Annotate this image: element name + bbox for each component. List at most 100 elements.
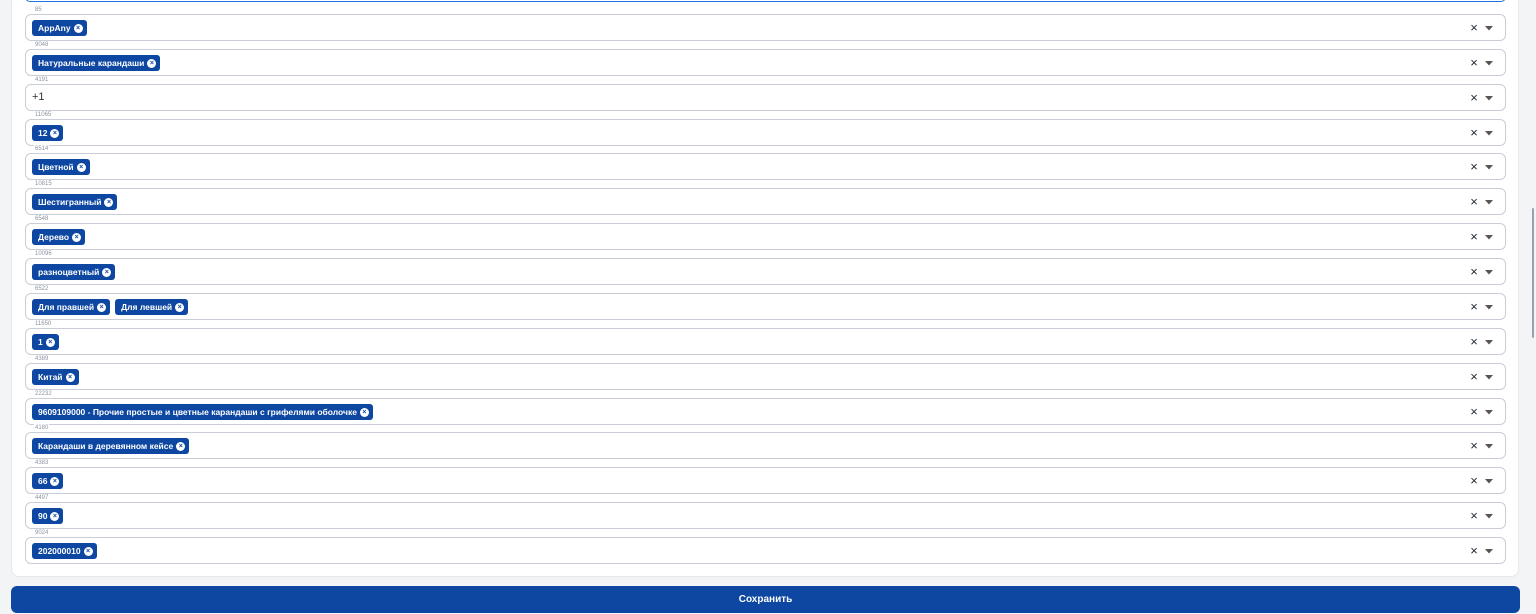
- clear-icon[interactable]: ×: [1467, 90, 1481, 106]
- multiselect-field[interactable]: 11065 12 × ×: [25, 111, 1506, 146]
- chevron-down-icon[interactable]: [1484, 264, 1496, 280]
- field-label: 9024: [34, 529, 50, 537]
- chip-label: 12: [38, 128, 48, 138]
- selected-chip[interactable]: Натуральные карандаши ×: [32, 55, 161, 71]
- chevron-down-icon[interactable]: [1484, 334, 1496, 350]
- clear-icon[interactable]: ×: [1467, 55, 1481, 71]
- clear-icon[interactable]: ×: [1467, 229, 1481, 245]
- multiselect-field[interactable]: 10096 разноцветный × ×: [25, 250, 1506, 285]
- chip-remove-icon[interactable]: ×: [50, 128, 60, 138]
- field-label: 10815: [34, 180, 53, 188]
- clear-icon[interactable]: ×: [1467, 334, 1481, 350]
- selected-chip[interactable]: Карандаши в деревянном кейсе ×: [32, 438, 190, 454]
- clear-icon[interactable]: ×: [1467, 438, 1481, 454]
- multiselect-field[interactable]: 9048 Натуральные карандаши × ×: [25, 41, 1506, 76]
- chevron-down-icon[interactable]: [1484, 229, 1496, 245]
- field-label: 4389: [34, 355, 50, 363]
- multiselect-field[interactable]: 4389 Китай × ×: [25, 355, 1506, 390]
- chip-remove-icon[interactable]: ×: [65, 372, 75, 382]
- chip-remove-icon[interactable]: ×: [72, 232, 82, 242]
- chevron-down-icon[interactable]: [1484, 473, 1496, 489]
- chevron-down-icon[interactable]: [1484, 20, 1496, 36]
- clear-icon[interactable]: ×: [1467, 404, 1481, 420]
- selected-chip[interactable]: 202000010 ×: [32, 543, 97, 559]
- multiselect-field[interactable]: 6522 Для правшей × Для левшей × ×: [25, 285, 1506, 320]
- chip-remove-icon[interactable]: ×: [50, 511, 60, 521]
- multiselect-field[interactable]: 85 AppAny × ×: [25, 6, 1506, 41]
- multiselect-field[interactable]: 22232 9609109000 - Прочие простые и цветн…: [25, 390, 1506, 425]
- multiselect-field[interactable]: 4191 +1 ×: [25, 76, 1506, 111]
- chip-remove-icon[interactable]: ×: [45, 337, 55, 347]
- chip-remove-icon[interactable]: ×: [176, 441, 186, 451]
- chip-label: Китай: [38, 372, 63, 382]
- chip-remove-icon[interactable]: ×: [102, 267, 112, 277]
- chevron-down-icon[interactable]: [1484, 194, 1496, 210]
- chip-remove-icon[interactable]: ×: [73, 23, 83, 33]
- chip-remove-icon[interactable]: ×: [104, 197, 114, 207]
- multiselect-field[interactable]: 6514 Цветной × ×: [25, 145, 1506, 180]
- selected-chip[interactable]: Для левшей ×: [115, 299, 189, 315]
- chip-label: Дерево: [38, 232, 70, 242]
- chip-remove-icon[interactable]: ×: [50, 476, 60, 486]
- selected-chips: 66 ×: [32, 473, 64, 489]
- selected-chip[interactable]: Цветной ×: [32, 159, 90, 175]
- chip-remove-icon[interactable]: ×: [359, 407, 369, 417]
- multiselect-field[interactable]: 9024 202000010 × ×: [25, 529, 1506, 564]
- chevron-down-icon[interactable]: [1484, 55, 1496, 71]
- chip-remove-icon[interactable]: ×: [97, 302, 107, 312]
- scrollbar-thumb[interactable]: [1532, 208, 1534, 338]
- multiselect-field[interactable]: 6548 Дерево × ×: [25, 215, 1506, 250]
- selected-chip[interactable]: Дерево ×: [32, 229, 86, 245]
- selected-chip[interactable]: 12 ×: [32, 125, 64, 141]
- field-label: 6514: [34, 145, 50, 153]
- clear-icon[interactable]: ×: [1467, 159, 1481, 175]
- clear-icon[interactable]: ×: [1467, 508, 1481, 524]
- multiselect-field[interactable]: 11650 1 × ×: [25, 320, 1506, 355]
- chip-remove-icon[interactable]: ×: [83, 546, 93, 556]
- chip-label: Натуральные карандаши: [38, 58, 145, 68]
- chevron-down-icon[interactable]: [1484, 508, 1496, 524]
- chevron-down-icon[interactable]: [1484, 90, 1496, 106]
- selected-chips: 1 ×: [32, 334, 59, 350]
- selected-chip[interactable]: Китай ×: [32, 369, 79, 385]
- field-label: 11065: [34, 111, 53, 119]
- field-label: 22232: [34, 390, 53, 398]
- clear-icon[interactable]: ×: [1467, 20, 1481, 36]
- clear-icon[interactable]: ×: [1467, 369, 1481, 385]
- selected-chip[interactable]: разноцветный ×: [32, 264, 116, 280]
- selected-chip[interactable]: 90 ×: [32, 508, 64, 524]
- chip-label: Карандаши в деревянном кейсе: [38, 441, 174, 451]
- chevron-down-icon[interactable]: [1484, 299, 1496, 315]
- chevron-down-icon[interactable]: [1484, 125, 1496, 141]
- clear-icon[interactable]: ×: [1467, 194, 1481, 210]
- multiselect-field[interactable]: 4383 66 × ×: [25, 459, 1506, 494]
- chip-remove-icon[interactable]: ×: [175, 302, 185, 312]
- multiselect-field[interactable]: 4180 Карандаши в деревянном кейсе × ×: [25, 424, 1506, 459]
- clear-icon[interactable]: ×: [1467, 473, 1481, 489]
- chip-label: AppAny: [38, 23, 71, 33]
- clear-icon[interactable]: ×: [1467, 299, 1481, 315]
- chevron-down-icon[interactable]: [1484, 369, 1496, 385]
- multiselect-field[interactable]: 4497 90 × ×: [25, 494, 1506, 529]
- clear-icon[interactable]: ×: [1467, 125, 1481, 141]
- selected-chip[interactable]: 66 ×: [32, 473, 64, 489]
- chip-label: Для правшей: [38, 302, 95, 312]
- chevron-down-icon[interactable]: [1484, 159, 1496, 175]
- selected-chip[interactable]: 1 ×: [32, 334, 59, 350]
- clear-icon[interactable]: ×: [1467, 543, 1481, 559]
- selected-chip[interactable]: Для правшей ×: [32, 299, 111, 315]
- save-button[interactable]: Сохранить: [11, 586, 1520, 613]
- chevron-down-icon[interactable]: [1484, 438, 1496, 454]
- multiselect-field[interactable]: 10815 Шестигранный × ×: [25, 180, 1506, 215]
- chip-remove-icon[interactable]: ×: [76, 162, 86, 172]
- chevron-down-icon[interactable]: [1484, 404, 1496, 420]
- selected-chip[interactable]: 9609109000 - Прочие простые и цветные ка…: [32, 404, 373, 420]
- selected-chip[interactable]: AppAny ×: [32, 20, 87, 36]
- field-label: 9048: [34, 41, 50, 49]
- chip-remove-icon[interactable]: ×: [147, 58, 157, 68]
- focused-field-edge[interactable]: [25, 0, 1506, 2]
- clear-icon[interactable]: ×: [1467, 264, 1481, 280]
- selected-chip[interactable]: Шестигранный ×: [32, 194, 118, 210]
- chevron-down-icon[interactable]: [1484, 543, 1496, 559]
- chip-label: Шестигранный: [38, 197, 102, 207]
